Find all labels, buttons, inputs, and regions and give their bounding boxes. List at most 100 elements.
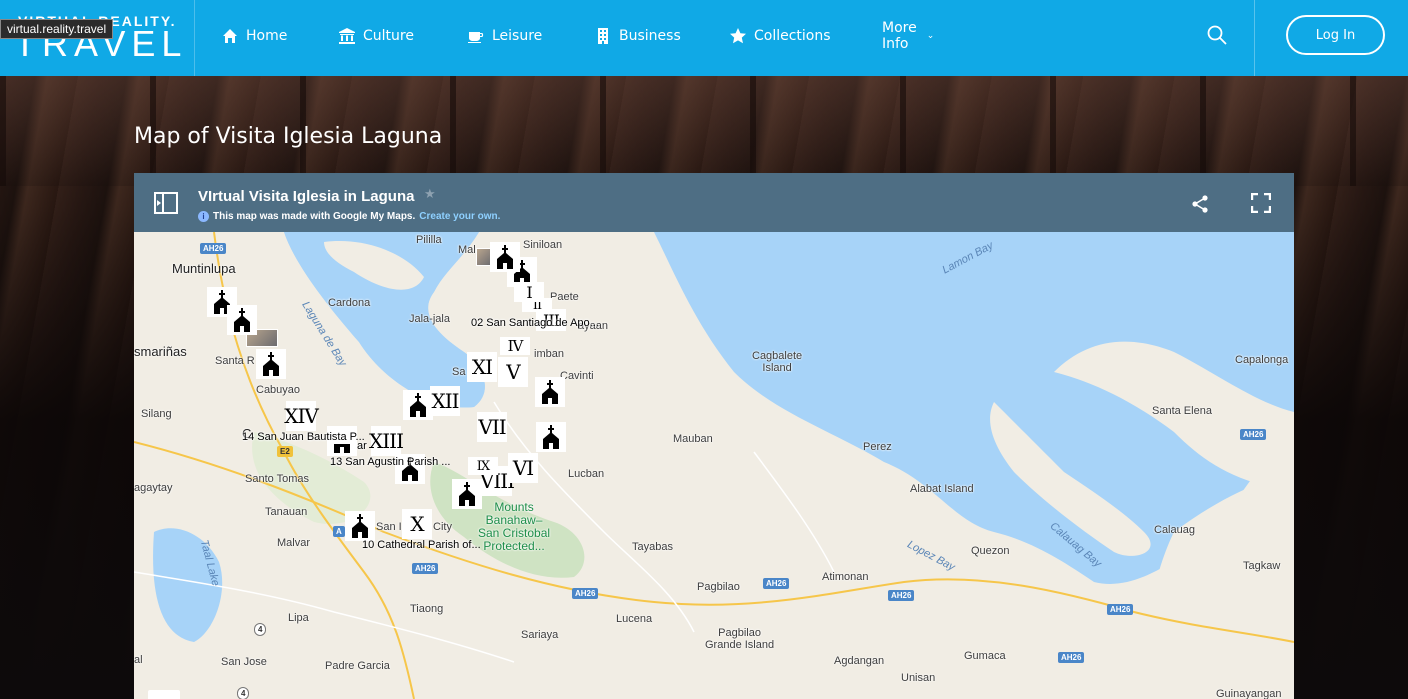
place-cagbalete: Cagbalete Island: [752, 350, 803, 374]
map-canvas[interactable]: Muntinlupa Cardona Jala-jala Pililla Sin…: [134, 232, 1294, 699]
church-icon: [234, 308, 250, 332]
nav-more-info[interactable]: More Info ⌄: [882, 20, 935, 52]
place-tiaong: Tiaong: [410, 603, 444, 615]
place-cavinti: Cavinti: [560, 370, 594, 382]
create-your-own-link[interactable]: Create your own.: [419, 211, 500, 222]
numeral-marker-xiii[interactable]: XIII: [369, 426, 404, 456]
church-marker[interactable]: [403, 390, 433, 420]
place-padre-garcia: Padre Garcia: [325, 660, 390, 672]
nav-home[interactable]: Home: [222, 26, 287, 46]
search-button[interactable]: [1207, 25, 1231, 49]
numeral-marker-xii[interactable]: XII: [430, 386, 460, 416]
side-panel-icon[interactable]: [154, 192, 178, 214]
place-cardona: Cardona: [328, 297, 371, 309]
place-muntinlupa: Muntinlupa: [172, 261, 236, 276]
church-icon: [410, 393, 426, 417]
url-tooltip: virtual.reality.travel: [0, 19, 114, 39]
place-alabat: Alabat Island: [910, 483, 974, 495]
numeral-marker-i[interactable]: I: [514, 282, 544, 302]
church-marker[interactable]: [227, 305, 257, 335]
building-icon: [598, 28, 608, 44]
site-header: VIRTUAL REALITY. TRAVEL virtual.reality.…: [0, 0, 1408, 76]
place-san-jose: San Jose: [221, 656, 267, 668]
made-with-text: This map was made with Google My Maps.: [213, 211, 416, 222]
place-tagkawayan: Tagkaw: [1243, 560, 1281, 572]
place-lipa: Lipa: [288, 612, 309, 624]
place-silang: Silang: [141, 408, 172, 420]
place-city: City: [433, 521, 452, 533]
place-sa: Sa: [452, 366, 466, 378]
pin-label-10: 10 Cathedral Parish of...: [362, 539, 481, 551]
route-ah26: AH26: [888, 590, 915, 601]
place-malvar: Malvar: [277, 537, 311, 549]
place-guinayangan: Guinayangan: [1216, 688, 1282, 699]
chevron-down-icon: ⌄: [926, 31, 935, 41]
map-title: VIrtual Visita Iglesia in Laguna: [198, 188, 415, 205]
place-santa-elena: Santa Elena: [1152, 405, 1212, 417]
header-divider: [1254, 0, 1255, 76]
place-sariaya: Sariaya: [521, 629, 559, 641]
place-quezon: Quezon: [971, 545, 1010, 557]
numeral-marker-ix[interactable]: IX: [468, 457, 498, 475]
nav-more-info-label: More Info: [882, 20, 917, 52]
pin-label-02: 02 San Santiago de Apo...: [471, 317, 599, 329]
share-icon[interactable]: [1190, 194, 1210, 214]
pin-label-ar: ar: [357, 440, 367, 452]
nav-collections-label: Collections: [754, 28, 831, 44]
nav-culture[interactable]: Culture: [339, 26, 414, 46]
church-icon: [263, 352, 279, 376]
route-ah26: AH26: [1058, 652, 1085, 663]
numeral-marker-vi[interactable]: VI: [508, 453, 538, 483]
place-mauban: Mauban: [673, 433, 713, 445]
place-tayabas: Tayabas: [632, 541, 673, 553]
page-title: Map of Visita Iglesia Laguna: [134, 124, 443, 149]
church-marker[interactable]: [452, 479, 482, 509]
church-marker[interactable]: [535, 377, 565, 407]
place-santo-tomas: Santo Tomas: [245, 473, 310, 485]
church-marker[interactable]: [536, 422, 566, 452]
numeral-marker-x[interactable]: X: [402, 509, 432, 539]
place-gumaca: Gumaca: [964, 650, 1006, 662]
place-pililla: Pililla: [416, 234, 442, 246]
embedded-map[interactable]: VIrtual Visita Iglesia in Laguna ★ i Thi…: [134, 173, 1294, 699]
place-jalajala: Jala-jala: [409, 313, 450, 325]
map-zoom-control[interactable]: [148, 690, 180, 699]
nav-home-label: Home: [246, 28, 288, 44]
church-icon: [542, 380, 558, 404]
nav-leisure-label: Leisure: [492, 28, 543, 44]
fullscreen-icon[interactable]: [1251, 193, 1271, 213]
coffee-cup-icon: [468, 32, 484, 43]
login-button[interactable]: Log In: [1286, 15, 1385, 55]
church-icon: [352, 514, 368, 538]
place-pagbilao: Pagbilao: [697, 581, 740, 593]
nav-leisure[interactable]: Leisure: [468, 26, 542, 46]
pin-label-14: 14 San Juan Bautista P...: [242, 431, 365, 443]
place-siniloan: Siniloan: [523, 239, 563, 251]
place-pagbilao-grande: Pagbilao Grande Island: [705, 627, 775, 651]
place-perez: Perez: [863, 441, 892, 453]
place-santa-rosa: Santa R: [215, 355, 255, 367]
place-lumban: imban: [534, 348, 564, 360]
church-marker[interactable]: [345, 511, 375, 541]
institution-icon: [339, 28, 355, 44]
church-marker[interactable]: [490, 242, 520, 272]
place-cabuyao: Cabuyao: [256, 384, 301, 396]
route-ah26: AH26: [412, 563, 439, 574]
numeral-marker-vii[interactable]: VII: [477, 412, 507, 442]
church-icon: [543, 425, 559, 449]
nav-business[interactable]: Business: [595, 26, 681, 46]
numeral-marker-xi[interactable]: XI: [467, 352, 497, 382]
route-ah26: AH26: [763, 578, 790, 589]
search-icon: [1207, 25, 1227, 45]
numeral-marker-xiv[interactable]: XIV: [284, 401, 319, 431]
numeral-marker-iv[interactable]: IV: [500, 337, 530, 355]
numeral-marker-v[interactable]: V: [498, 357, 528, 387]
info-icon: i: [198, 211, 209, 222]
place-capalonga: Capalonga: [1235, 354, 1289, 366]
nav-collections[interactable]: Collections: [730, 26, 831, 46]
church-icon: [459, 482, 475, 506]
church-marker[interactable]: [256, 349, 286, 379]
place-unisan: Unisan: [901, 672, 936, 684]
place-atimonan: Atimonan: [822, 571, 869, 583]
favorite-star-icon[interactable]: ★: [424, 187, 436, 202]
